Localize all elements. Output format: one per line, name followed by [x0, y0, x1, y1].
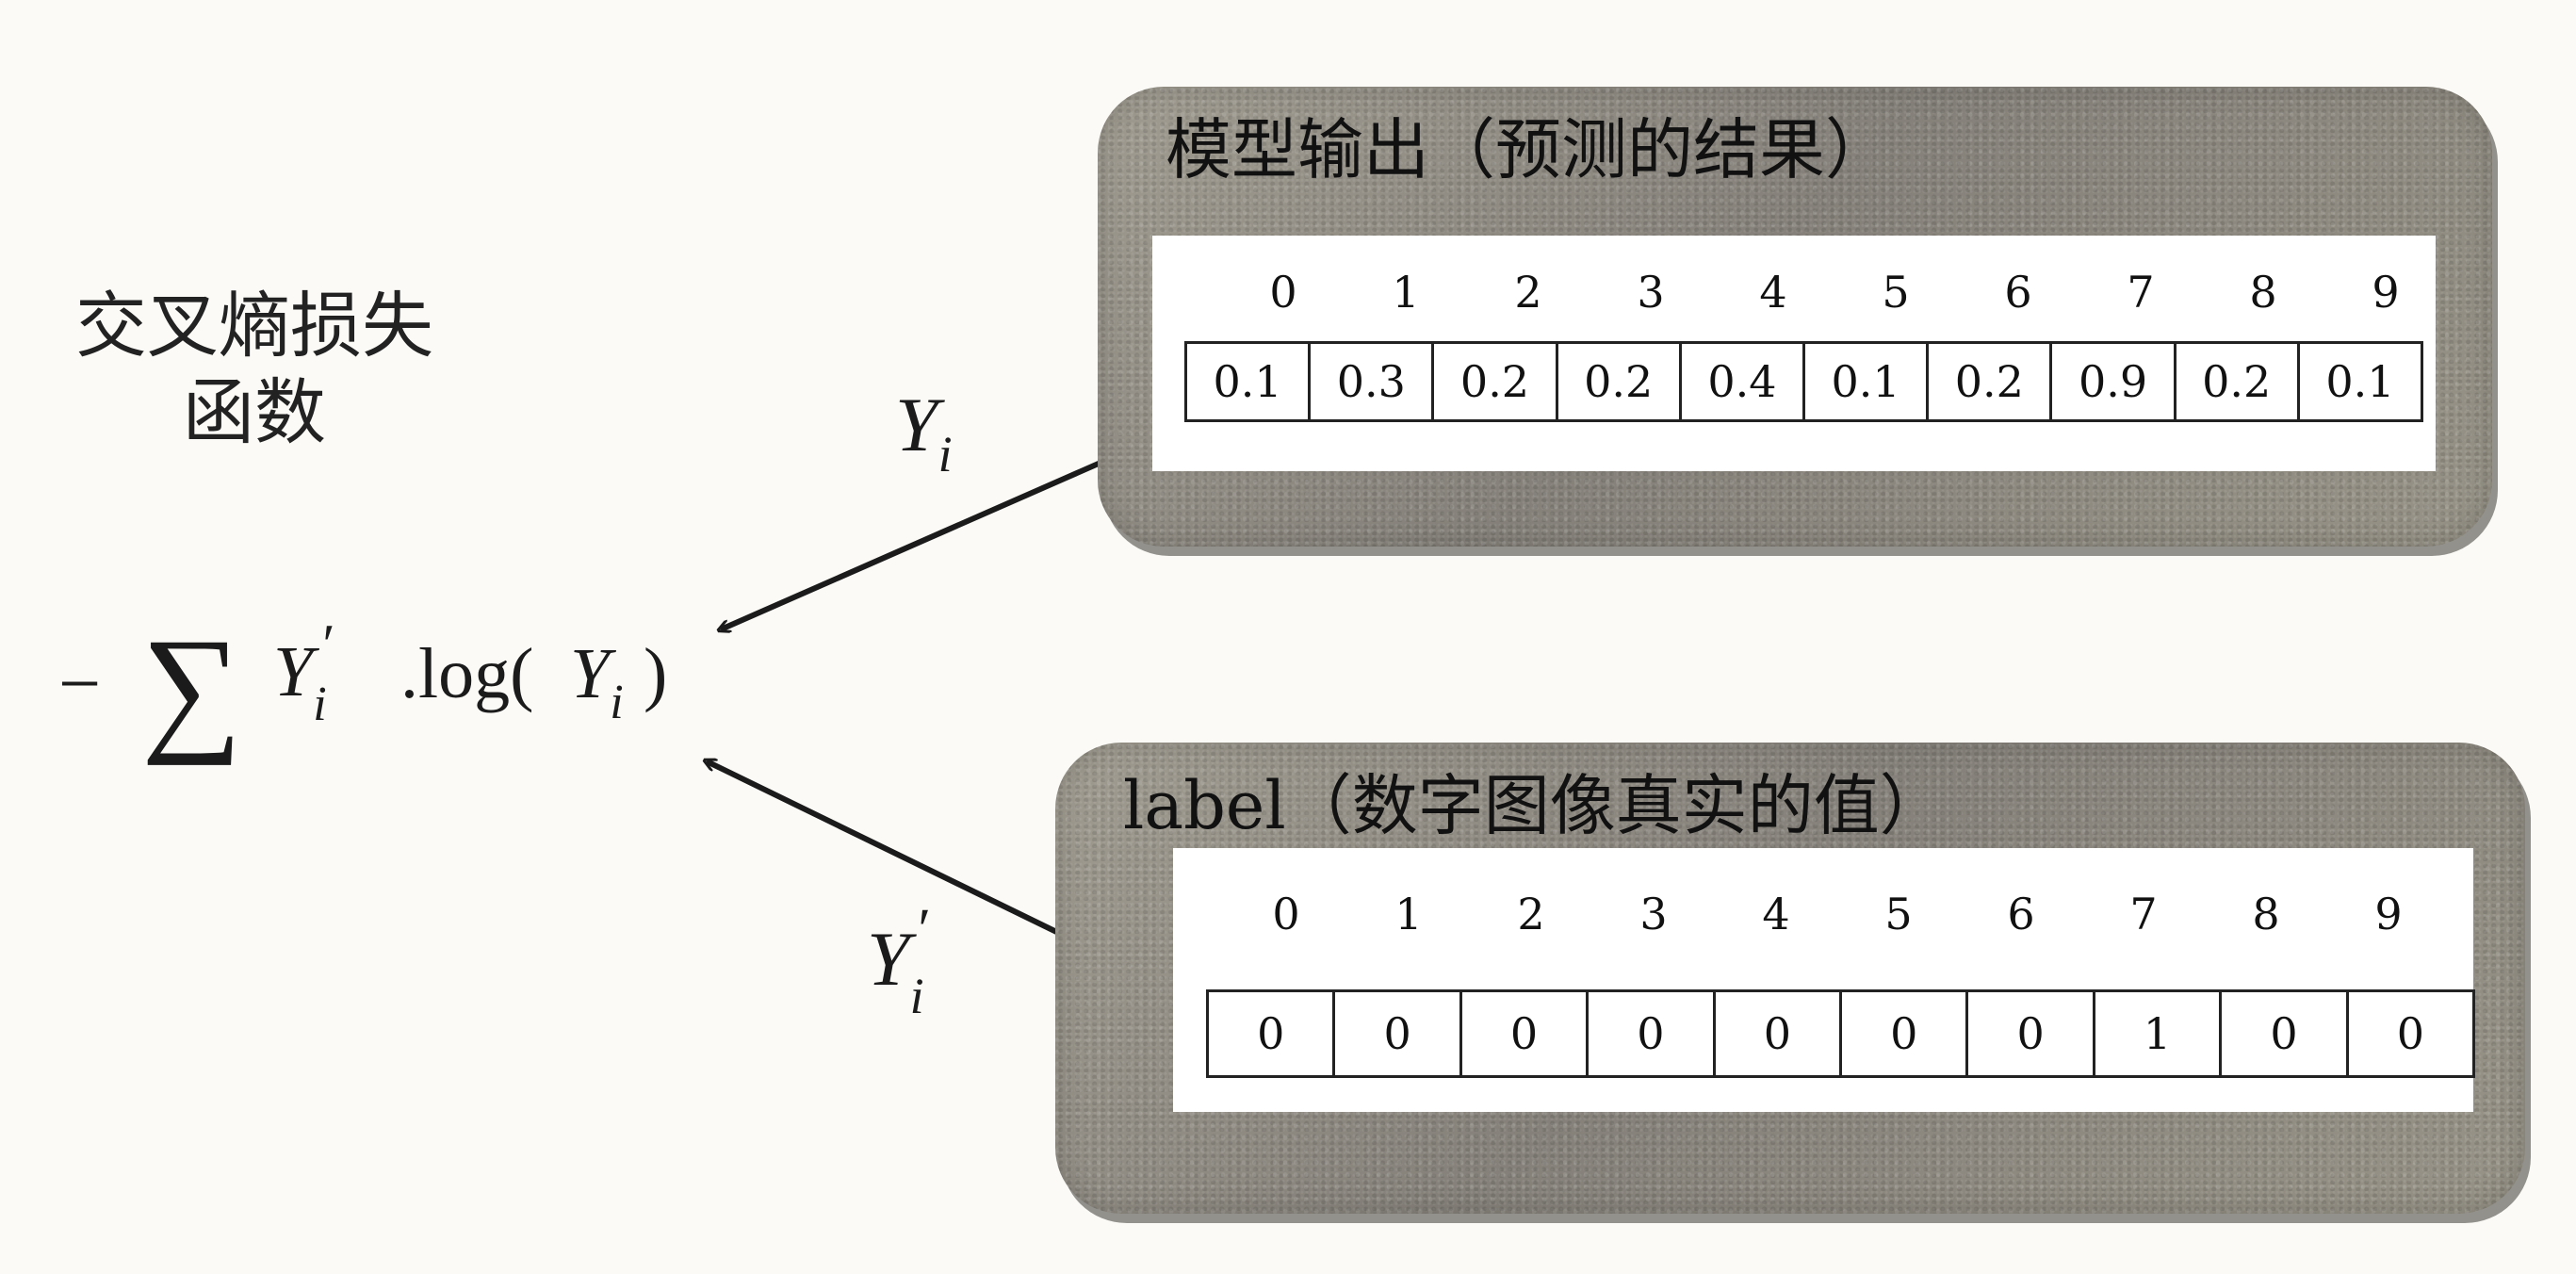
label-index-row: 0 1 2 3 4 5 6 7 8 9	[1225, 886, 2450, 942]
index-label: 3	[1637, 267, 1665, 318]
one-hot-cell: 0	[2222, 992, 2349, 1075]
model-output-value-row: 0.1 0.3 0.2 0.2 0.4 0.1 0.2 0.9 0.2 0.1	[1184, 341, 2424, 422]
model-output-panel: 模型输出（预测的结果） 0 1 2 3 4 5 6 7 8 9 0.1 0.3 …	[1098, 87, 2492, 547]
index-label: 4	[1759, 267, 1787, 318]
model-output-title: 模型输出（预测的结果）	[1166, 111, 1891, 188]
one-hot-cell: 0	[1716, 992, 1843, 1075]
index-label: 8	[2252, 889, 2280, 939]
one-hot-cell: 0	[1968, 992, 2095, 1075]
probability-cell: 0.2	[1929, 344, 2053, 419]
one-hot-cell: 0	[2349, 992, 2476, 1075]
index-label: 9	[2372, 267, 2400, 318]
formula-sum: ∑	[141, 610, 242, 766]
probability-cell: 0.1	[2300, 344, 2424, 419]
index-label: 7	[2129, 889, 2158, 939]
index-label: 0	[1269, 267, 1297, 318]
index-label: 9	[2374, 889, 2403, 939]
index-label: 2	[1517, 889, 1545, 939]
probability-cell: 0.2	[2177, 344, 2300, 419]
label-panel: label（数字图像真实的值） 0 1 2 3 4 5 6 7 8 9 0 0 …	[1055, 743, 2525, 1214]
probability-cell: 0.4	[1682, 344, 1806, 419]
arrow-label-yi-prime: Yi′	[867, 898, 929, 1024]
model-output-table: 0 1 2 3 4 5 6 7 8 9 0.1 0.3 0.2 0.2 0.4 …	[1152, 236, 2436, 471]
index-label: 8	[2249, 267, 2277, 318]
one-hot-cell: 0	[1335, 992, 1462, 1075]
cross-entropy-formula: − ∑ Yi′ .log( Yi )	[58, 610, 667, 766]
arrow-label-yi: Yi	[895, 382, 953, 482]
probability-cell: 0.2	[1434, 344, 1558, 419]
label-title: label（数字图像真实的值）	[1123, 767, 1946, 844]
probability-cell: 0.2	[1558, 344, 1682, 419]
formula-minus: −	[58, 643, 101, 726]
one-hot-cell: 0	[1209, 992, 1336, 1075]
index-label: 1	[1392, 267, 1420, 318]
index-label: 3	[1639, 889, 1668, 939]
model-output-index-row: 0 1 2 3 4 5 6 7 8 9	[1222, 264, 2447, 320]
index-label: 1	[1394, 889, 1423, 939]
index-label: 4	[1762, 889, 1790, 939]
index-label: 7	[2127, 267, 2155, 318]
index-label: 6	[2004, 267, 2032, 318]
probability-cell: 0.1	[1805, 344, 1930, 419]
probability-cell: 0.9	[2052, 344, 2177, 419]
index-label: 6	[2007, 889, 2035, 939]
one-hot-cell: 0	[1842, 992, 1969, 1075]
probability-cell: 0.1	[1187, 344, 1312, 419]
one-hot-cell: 0	[1462, 992, 1590, 1075]
formula-y: Yi	[570, 634, 624, 729]
formula-log: .log(	[400, 634, 533, 713]
one-hot-cell: 1	[2095, 992, 2223, 1075]
probability-cell: 0.3	[1311, 344, 1435, 419]
formula-close: )	[644, 634, 667, 713]
index-label: 5	[1882, 267, 1910, 318]
formula-y-prime: Yi′	[273, 613, 333, 731]
index-label: 5	[1884, 889, 1913, 939]
index-label: 2	[1514, 267, 1542, 318]
index-label: 0	[1272, 889, 1300, 939]
label-table: 0 1 2 3 4 5 6 7 8 9 0 0 0 0 0 0 0 1 0 0	[1173, 848, 2476, 1112]
one-hot-cell: 0	[1589, 992, 1716, 1075]
label-value-row: 0 0 0 0 0 0 0 1 0 0	[1206, 989, 2476, 1078]
